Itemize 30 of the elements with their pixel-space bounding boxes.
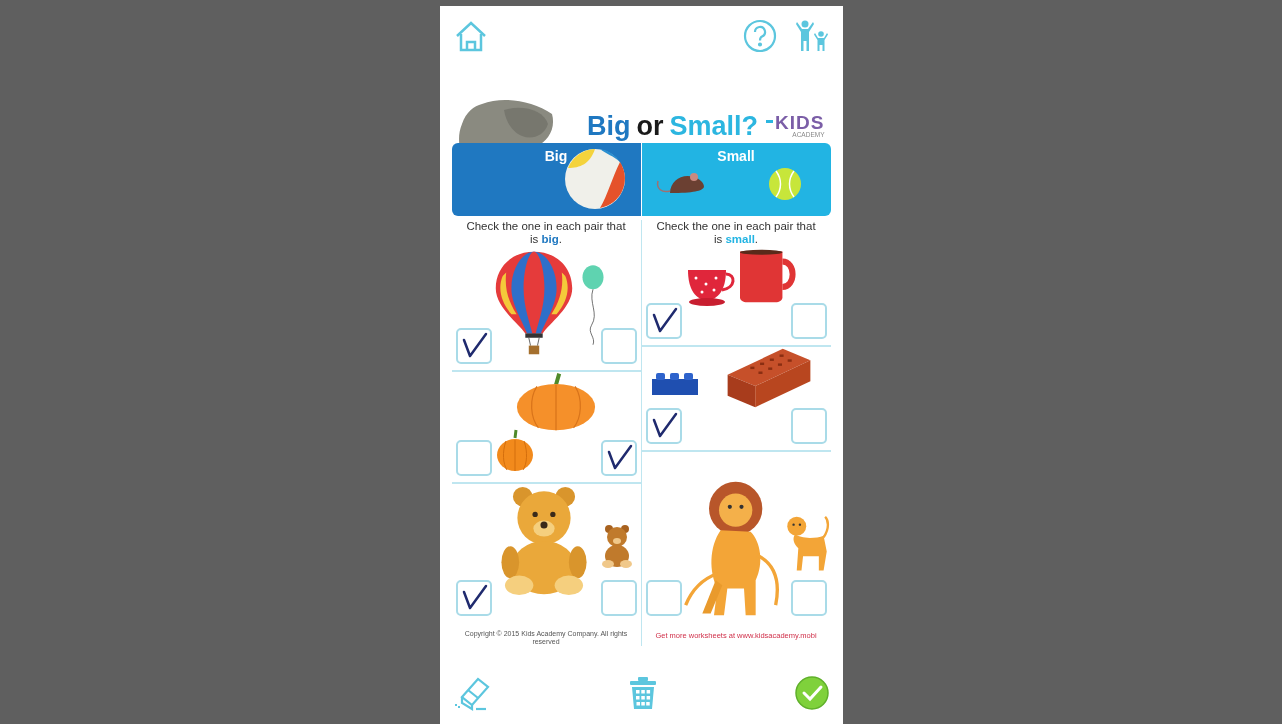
teddy-bear-drawing	[599, 524, 634, 568]
answer-checkbox[interactable]	[455, 440, 492, 476]
answer-checkbox[interactable]	[455, 328, 492, 364]
title-word: Big	[587, 113, 631, 140]
answer-checkbox[interactable]	[455, 580, 492, 616]
instruction-text: Check the one in each pair that is small.	[655, 220, 817, 247]
answer-checkbox[interactable]	[600, 580, 637, 616]
help-icon	[742, 19, 777, 53]
answer-checkbox[interactable]	[645, 408, 682, 444]
answer-checkbox[interactable]	[790, 580, 827, 616]
check-icon	[794, 676, 829, 710]
header-label: Small	[717, 149, 755, 163]
eraser-icon	[453, 675, 492, 711]
answer-checkbox[interactable]	[790, 303, 827, 339]
answer-checkbox[interactable]	[600, 328, 637, 364]
answer-checkbox[interactable]	[600, 440, 637, 476]
trash-button[interactable]	[627, 674, 659, 712]
mug-drawing	[737, 248, 798, 304]
answer-checkbox[interactable]	[645, 303, 682, 339]
tennis-ball-drawing	[767, 167, 802, 201]
answer-checkbox[interactable]	[645, 580, 682, 616]
title-word: Small?	[669, 113, 759, 140]
header-label: Big	[544, 149, 568, 163]
title-word: or	[636, 113, 664, 140]
answer-checkbox[interactable]	[790, 408, 827, 444]
instruction-text: Check the one in each pair that is big.	[465, 220, 627, 247]
done-button[interactable]	[792, 674, 831, 712]
dash-icon	[766, 120, 774, 124]
parent-and-child-icon	[794, 19, 829, 53]
trash-icon	[629, 676, 657, 710]
